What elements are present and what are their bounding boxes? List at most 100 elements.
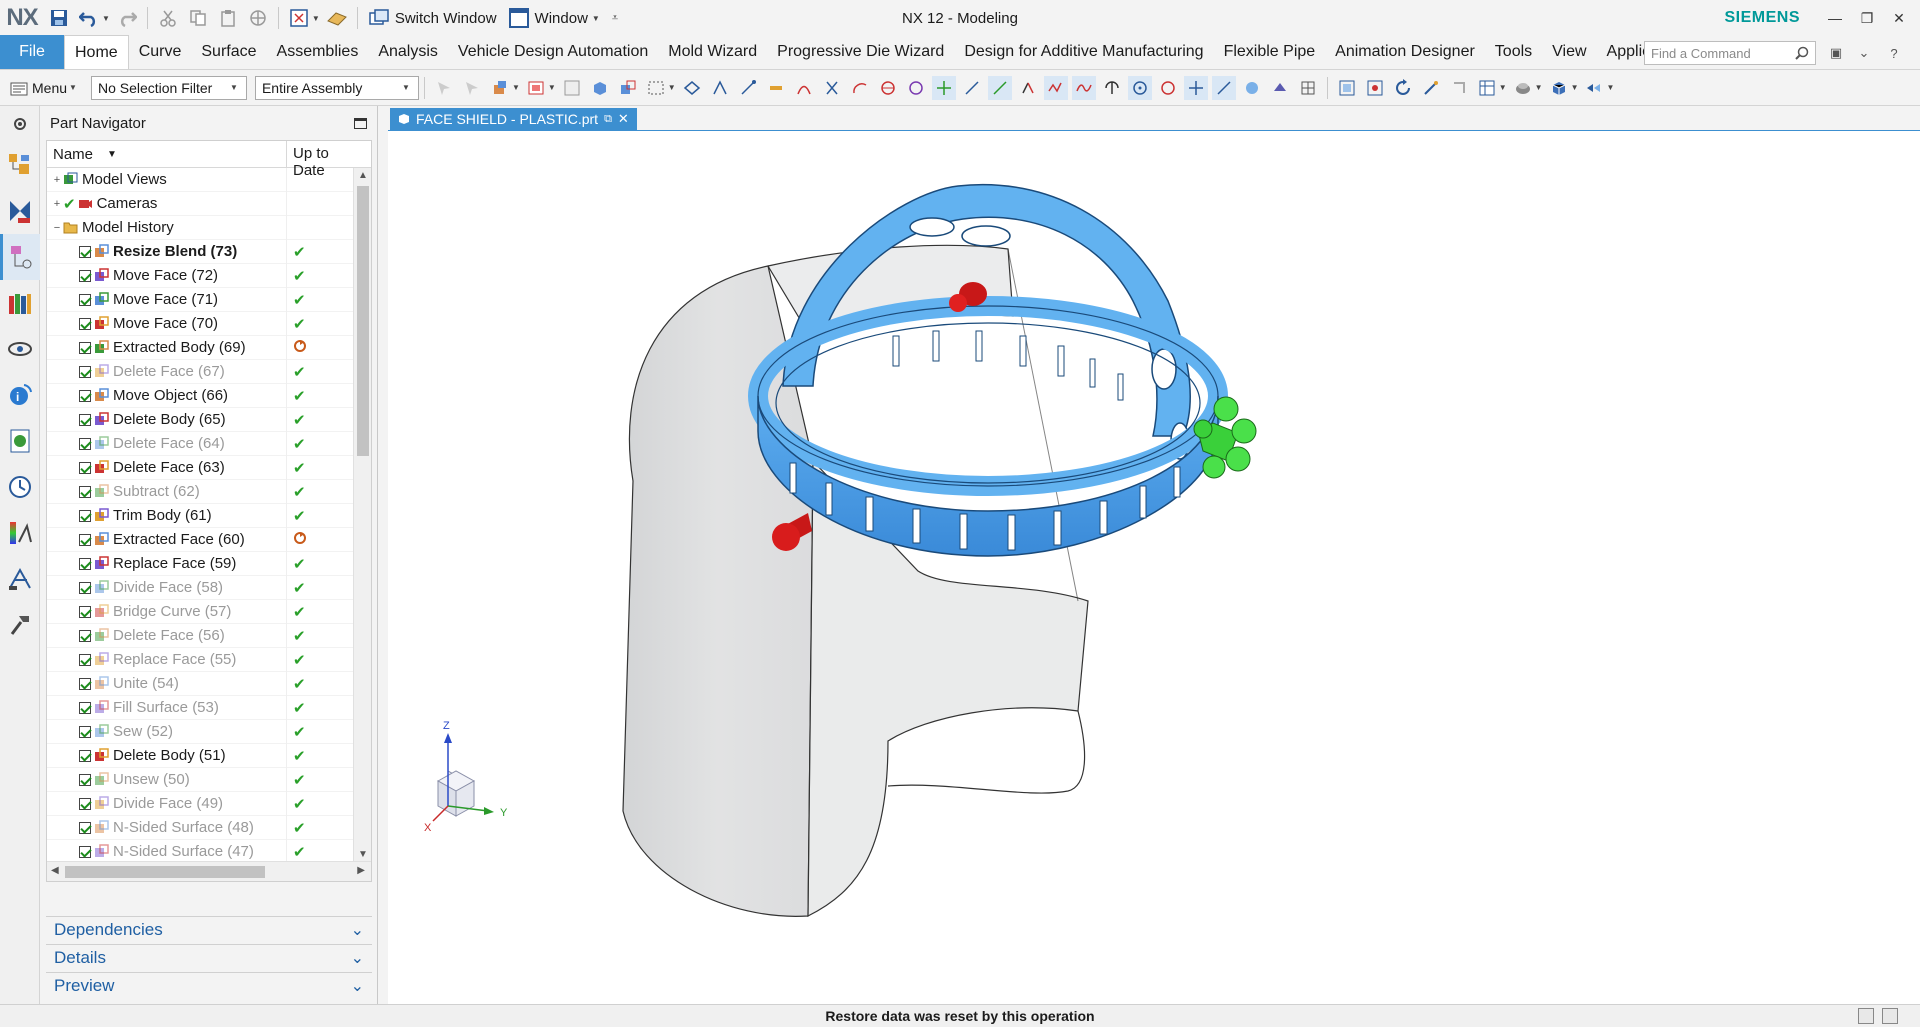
undock-icon[interactable]: ⧉	[604, 113, 612, 126]
expand-icon[interactable]: +	[51, 174, 63, 186]
tree-node-cameras[interactable]: + ✔ Cameras	[47, 191, 353, 216]
selection-filter-select[interactable]: No Selection Filter ▼	[90, 75, 247, 100]
feature-checkbox[interactable]	[79, 269, 91, 282]
repeat-command-icon[interactable]	[245, 5, 271, 31]
tab-view[interactable]: View	[1542, 35, 1596, 69]
feature-checkbox[interactable]	[79, 605, 91, 618]
feature-checkbox[interactable]	[79, 509, 91, 522]
touch-mode-icon[interactable]	[324, 5, 350, 31]
menu-button[interactable]: Menu ▼	[6, 80, 83, 96]
system-materials-icon[interactable]	[0, 510, 40, 556]
ribbon-options-icon[interactable]: ▣	[1824, 41, 1848, 65]
redo-icon[interactable]	[114, 5, 140, 31]
find-command-input[interactable]: Find a Command	[1644, 41, 1816, 65]
snap-tangent-icon[interactable]	[1100, 76, 1124, 100]
snap-curve-point-icon[interactable]	[1043, 75, 1068, 100]
tree-node-feature[interactable]: Move Face (71) ✔	[47, 287, 353, 312]
feature-checkbox[interactable]	[79, 245, 91, 258]
collapse-icon[interactable]: −	[51, 222, 63, 234]
tree-node-feature[interactable]: Unsew (50) ✔	[47, 767, 353, 792]
process-studio-icon[interactable]	[0, 602, 40, 648]
preview-panel-header[interactable]: Preview ⌄	[46, 972, 372, 998]
tree-node-feature[interactable]: Unite (54) ✔	[47, 671, 353, 696]
snap-on-curve-icon[interactable]	[960, 76, 984, 100]
feature-checkbox[interactable]	[79, 725, 91, 738]
feature-checkbox[interactable]	[79, 461, 91, 474]
tab-tools[interactable]: Tools	[1485, 35, 1542, 69]
tab-flexible-pipe[interactable]: Flexible Pipe	[1214, 35, 1326, 69]
feature-checkbox[interactable]	[79, 773, 91, 786]
dropdown-icon[interactable]: ▼	[1571, 83, 1579, 92]
graphics-viewport[interactable]: Z Y X	[388, 130, 1920, 1004]
snap-pole-icon[interactable]	[1240, 76, 1264, 100]
tree-node-feature[interactable]: Move Object (66) ✔	[47, 383, 353, 408]
status-icon[interactable]	[1858, 1008, 1874, 1024]
select-solid-icon[interactable]	[588, 76, 612, 100]
dropdown-icon[interactable]: ▼	[1606, 83, 1614, 92]
restore-icon[interactable]: ❐	[1852, 0, 1882, 36]
tree-node-feature[interactable]: Delete Body (65) ✔	[47, 407, 353, 432]
tree-node-feature[interactable]: Bridge Curve (57) ✔	[47, 599, 353, 624]
scroll-right-icon[interactable]: ▶	[357, 865, 365, 876]
select-region-icon[interactable]	[680, 76, 704, 100]
full-screen-icon[interactable]	[1882, 1008, 1898, 1024]
feature-checkbox[interactable]	[79, 317, 91, 330]
details-panel-header[interactable]: Details ⌄	[46, 944, 372, 970]
adjustment-knob[interactable]	[1193, 396, 1257, 479]
select-component-icon[interactable]	[616, 76, 640, 100]
tree-node-feature[interactable]: Move Face (72) ✔	[47, 263, 353, 288]
snap-solid-icon[interactable]	[1268, 76, 1292, 100]
snap-end-point-icon[interactable]	[736, 76, 760, 100]
tree-node-feature[interactable]: Delete Face (56) ✔	[47, 623, 353, 648]
tree-node-feature[interactable]: Delete Body (51) ✔	[47, 743, 353, 768]
scrollbar-thumb[interactable]	[357, 186, 369, 456]
undo-dropdown-icon[interactable]: ▼	[102, 14, 110, 23]
web-browser-icon[interactable]: i	[0, 372, 40, 418]
tree-node-feature[interactable]: Trim Body (61) ✔	[47, 503, 353, 528]
tree-node-feature[interactable]: Fill Surface (53) ✔	[47, 695, 353, 720]
close-tab-icon[interactable]: ✕	[618, 111, 629, 127]
assembly-navigator-icon[interactable]	[0, 142, 40, 188]
copy-icon[interactable]	[185, 5, 211, 31]
column-header-name[interactable]: Name ▼	[47, 141, 287, 167]
column-header-up-to-date[interactable]: Up to Date	[287, 141, 357, 179]
rendering-style-icon[interactable]	[1475, 76, 1499, 100]
snap-arc-icon[interactable]	[848, 76, 872, 100]
pan-icon[interactable]	[1419, 76, 1443, 100]
system-scenes-icon[interactable]	[0, 464, 40, 510]
cut-icon[interactable]	[155, 5, 181, 31]
feature-checkbox[interactable]	[79, 821, 91, 834]
tab-assemblies[interactable]: Assemblies	[267, 35, 369, 69]
feature-checkbox[interactable]	[79, 581, 91, 594]
tree-node-feature[interactable]: Sew (52) ✔	[47, 719, 353, 744]
customize-qa-icon[interactable]: ⩡	[612, 12, 618, 25]
tree-node-feature[interactable]: Move Face (70) ✔	[47, 311, 353, 336]
feature-checkbox[interactable]	[79, 797, 91, 810]
hd3d-tools-icon[interactable]	[0, 326, 40, 372]
feature-checkbox[interactable]	[79, 485, 91, 498]
selection-scope-select[interactable]: Entire Assembly ▼	[254, 75, 419, 100]
sort-dropdown-icon[interactable]: ▼	[107, 149, 117, 160]
dropdown-icon[interactable]: ▼	[668, 83, 676, 92]
snap-control-point-icon[interactable]	[792, 76, 816, 100]
select-face-icon[interactable]	[560, 76, 584, 100]
roles-icon[interactable]	[0, 556, 40, 602]
feature-checkbox[interactable]	[79, 365, 91, 378]
feature-checkbox[interactable]	[79, 749, 91, 762]
dropdown-icon[interactable]: ▼	[512, 83, 520, 92]
work-layer-icon[interactable]	[1582, 76, 1606, 100]
reuse-library-icon[interactable]	[0, 280, 40, 326]
select-feature-icon[interactable]	[488, 76, 512, 100]
tree-node-feature[interactable]: Delete Face (67) ✔	[47, 359, 353, 384]
part-navigator-icon[interactable]	[0, 234, 40, 280]
snap-intersection-icon[interactable]	[820, 76, 844, 100]
tree-node-feature[interactable]: Resize Blend (73) ✔	[47, 239, 353, 264]
shield-visor[interactable]	[622, 244, 1089, 917]
snap-circle-icon[interactable]	[876, 76, 900, 100]
feature-checkbox[interactable]	[79, 413, 91, 426]
tree-node-feature[interactable]: Subtract (62) ✔	[47, 479, 353, 504]
feature-checkbox[interactable]	[79, 629, 91, 642]
minimize-icon[interactable]: —	[1820, 0, 1850, 36]
snap-spline-icon[interactable]	[1071, 75, 1096, 100]
snap-bounded-icon[interactable]	[1016, 76, 1040, 100]
